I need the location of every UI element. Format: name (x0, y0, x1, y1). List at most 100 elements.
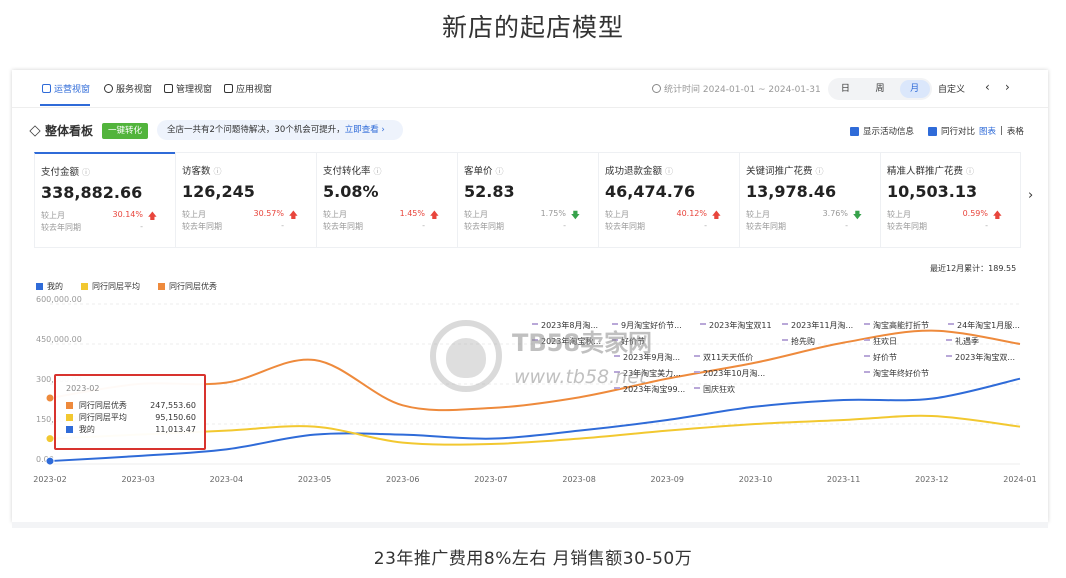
metric-card[interactable]: 客单价 ⓘ 52.83 较上月 1.75% 🡇 较去年同期 - (457, 152, 598, 248)
metric-mom-row: 较上月 1.45% 🡅 (323, 209, 451, 221)
activity-marker (946, 339, 952, 341)
metric-yoy-row: 较去年同期 - (41, 222, 143, 232)
metrics-next-arrow[interactable]: › (1028, 188, 1033, 203)
tab-label: 服务视窗 (116, 85, 153, 95)
view-chart-button[interactable]: 图表 (979, 125, 996, 137)
issue-notice: 全店一共有2个问题待解决，30个机会可提升，立即查看 › (157, 120, 403, 140)
x-tick-label: 2023-07 (474, 475, 507, 484)
tooltip-series-name: 同行同层平均 (78, 412, 127, 422)
activity-label: 国庆狂欢 (703, 384, 735, 394)
metric-mom-row: 较上月 30.57% 🡅 (182, 209, 310, 221)
help-icon: ⓘ (665, 167, 674, 176)
section-title-text: 整体看板 (45, 124, 94, 138)
y-tick-label: 450,000.00 (36, 335, 82, 344)
metric-card[interactable]: 精准人群推广花费 ⓘ 10,503.13 较上月 0.59% 🡅 较去年同期 - (880, 152, 1021, 248)
activity-label: 抢先购 (791, 336, 815, 346)
activity-marker (694, 355, 700, 357)
x-tick-label: 2023-08 (562, 475, 595, 484)
activity-marker (864, 355, 870, 357)
metric-card[interactable]: 成功退款金额 ⓘ 46,474.76 较上月 40.12% 🡅 较去年同期 - (598, 152, 739, 248)
checkbox-icon (928, 126, 937, 136)
activity-marker (694, 371, 700, 373)
metric-mom-row: 较上月 0.59% 🡅 (887, 209, 1014, 221)
period-month[interactable]: 月 (899, 80, 930, 98)
activity-label: 好价节 (873, 352, 897, 362)
prev-period-button[interactable]: ‹ (985, 80, 990, 94)
metric-yoy-row: 较去年同期 - (464, 221, 566, 231)
checkbox-icon (850, 126, 859, 136)
dashboard-panel: 运营视窗 服务视窗 管理视窗 应用视窗 统计时间 2024-01-01 ~ 20… (12, 70, 1048, 522)
activity-marker (864, 323, 870, 325)
legend-swatch (81, 283, 88, 290)
accumulated-total: 最近12月累计：189.55 (930, 264, 1017, 273)
slide-caption: 23年推广费用8%左右 月销售额30-50万 (373, 549, 693, 569)
stat-time: 统计时间 2024-01-01 ~ 2024-01-31 (652, 82, 821, 95)
peer-compare-toggle[interactable]: 同行对比 图表 | 表格 (928, 125, 1024, 137)
tab-management[interactable]: 管理视窗 (164, 82, 212, 95)
metric-yoy-value: - (845, 221, 848, 230)
help-icon: ⓘ (966, 167, 975, 176)
activity-marker (782, 339, 788, 341)
show-activity-toggle[interactable]: 显示活动信息 (850, 125, 914, 137)
series-point (45, 393, 55, 403)
metric-mom-value: 30.14% (112, 210, 143, 219)
section-title: 整体看板 (29, 122, 94, 139)
tooltip-row: 同行同层平均 95,150.60 (66, 411, 196, 423)
tab-label: 管理视窗 (176, 85, 213, 95)
metric-mom-value: 30.57% (253, 209, 284, 218)
x-tick-label: 2023-03 (121, 475, 154, 484)
tab-label: 运营视窗 (54, 85, 91, 95)
metric-yoy-row: 较去年同期 - (182, 221, 284, 231)
metric-card[interactable]: 访客数 ⓘ 126,245 较上月 30.57% 🡅 较去年同期 - (175, 152, 316, 248)
watermark-url: www.tb58.net (514, 366, 647, 388)
metric-mom-value: 40.12% (676, 209, 707, 218)
metric-yoy-value: - (140, 222, 143, 231)
metric-label: 精准人群推广花费 ⓘ (887, 166, 975, 177)
period-day[interactable]: 日 (830, 80, 860, 98)
custom-period-button[interactable]: 自定义 (938, 82, 965, 95)
activity-label: 淘宝高能打折节 (873, 320, 929, 330)
metric-mom-value: 3.76% (822, 209, 848, 218)
one-key-convert-button[interactable]: 一键转化 (102, 123, 149, 139)
metrics-row: 支付金额 ⓘ 338,882.66 较上月 30.14% 🡅 较去年同期 - 访客数 ⓘ 126… (34, 152, 1024, 248)
metric-label: 支付转化率 ⓘ (323, 166, 382, 177)
stat-time-text: 统计时间 2024-01-01 ~ 2024-01-31 (664, 85, 821, 95)
view-now-link[interactable]: 立即查看 › (345, 125, 385, 135)
metric-yoy-row: 较去年同期 - (323, 221, 425, 231)
activity-marker (864, 371, 870, 373)
activity-marker (694, 387, 700, 389)
tab-service[interactable]: 服务视窗 (104, 82, 152, 95)
activity-label: 礼遇季 (955, 336, 979, 346)
metric-mom-row: 较上月 3.76% 🡇 (746, 209, 874, 221)
metric-mom-value: 1.75% (540, 209, 566, 218)
home-icon (224, 84, 233, 93)
metric-label: 访客数 ⓘ (182, 166, 222, 177)
tab-label: 应用视窗 (236, 85, 273, 95)
metric-mom-row: 较上月 30.14% 🡅 (41, 210, 169, 222)
activity-label: 2023年淘宝双... (955, 352, 1015, 362)
metric-card[interactable]: 支付转化率 ⓘ 5.08% 较上月 1.45% 🡅 较去年同期 - (316, 152, 457, 248)
next-period-button[interactable]: › (1005, 80, 1010, 94)
tooltip-series-value: 95,150.60 (155, 412, 196, 422)
tooltip-row: 同行同层优秀 247,553.60 (66, 399, 196, 411)
tab-apps[interactable]: 应用视窗 (224, 82, 272, 95)
tooltip-row: 我的 11,013.47 (66, 423, 196, 435)
layers-icon (29, 124, 41, 137)
x-tick-label: 2023-02 (33, 475, 66, 484)
tab-operations[interactable]: 运营视窗 (42, 82, 90, 95)
tooltip-series-value: 247,553.60 (150, 400, 196, 410)
view-tabs-bar: 运营视窗 服务视窗 管理视窗 应用视窗 统计时间 2024-01-01 ~ 20… (12, 70, 1048, 108)
metric-card[interactable]: 关键词推广花费 ⓘ 13,978.46 较上月 3.76% 🡇 较去年同期 - (739, 152, 880, 248)
series-point (45, 456, 55, 466)
x-tick-label: 2023-06 (386, 475, 419, 484)
metric-yoy-row: 较去年同期 - (746, 221, 848, 231)
watermark-hand-icon (446, 338, 486, 378)
metric-yoy-value: - (281, 221, 284, 230)
tooltip-swatch (66, 413, 73, 421)
period-week[interactable]: 周 (865, 80, 895, 98)
metric-mom-row: 较上月 40.12% 🡅 (605, 209, 733, 221)
metric-card[interactable]: 支付金额 ⓘ 338,882.66 较上月 30.14% 🡅 较去年同期 - (34, 152, 175, 248)
panel-bottom-strip (12, 522, 1048, 528)
activity-marker (782, 323, 788, 325)
view-table-button[interactable]: 表格 (1007, 125, 1024, 137)
